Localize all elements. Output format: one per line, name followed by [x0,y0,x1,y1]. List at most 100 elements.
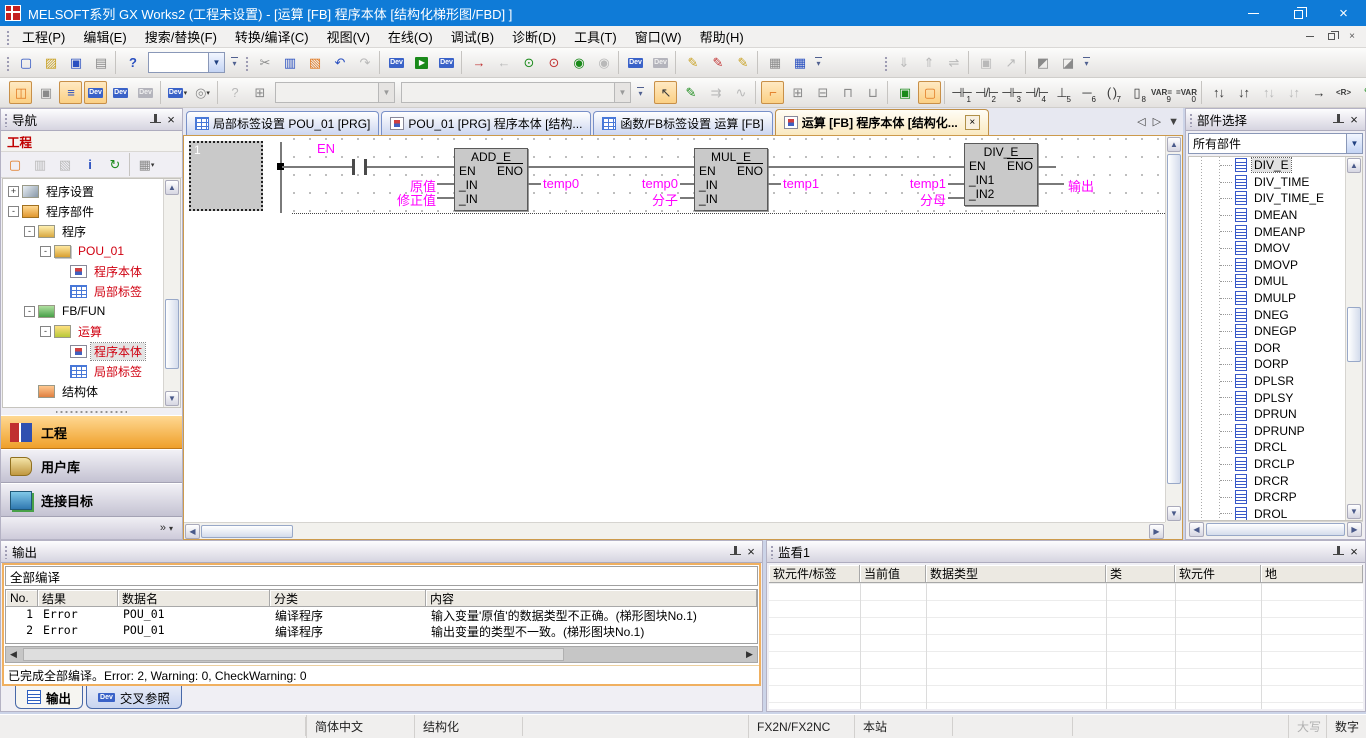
watch-stop-icon[interactable]: ◉ [592,51,615,74]
parts-list-item[interactable]: DOR [1189,340,1345,357]
device-display-icon[interactable]: Dev [166,81,189,104]
nav-item-pou01-label[interactable]: 局部标签 [3,281,163,301]
pin-icon[interactable] [1330,112,1346,128]
scroll-left-icon[interactable]: ◀ [1189,522,1204,537]
mdi-restore-button[interactable] [1322,29,1340,44]
parts-list-item[interactable]: DRCLP [1189,456,1345,473]
output-variable-label[interactable]: temp1 [783,176,819,191]
column-header-content[interactable]: 内容 [426,590,757,607]
menu-grip[interactable] [5,29,10,45]
column-header-address[interactable]: 地 [1261,565,1363,583]
fbd-canvas[interactable]: 1 EN ADD_E EN ENO _IN _IN 原值 修正值 temp0 [184,136,1165,522]
column-header-class[interactable]: 类 [1106,565,1175,583]
parts-list-item[interactable]: DRCR [1189,472,1345,489]
menu-window[interactable]: 窗口(W) [626,25,691,48]
close-panel-icon[interactable]: × [743,544,759,560]
scroll-left-icon[interactable]: ◀ [185,524,200,539]
column-header-data-type[interactable]: 数据类型 [926,565,1106,583]
tab-fb-label-yunsuan[interactable]: 函数/FB标签设置 运算 [FB] [593,111,772,135]
interconnect-mode-icon[interactable]: ✎ [679,81,702,104]
output-variable-label[interactable]: temp0 [543,176,579,191]
open-project-icon[interactable]: ▨ [39,51,62,74]
en-variable-label[interactable]: EN [317,141,335,156]
nav-tree-scrollbar[interactable]: ▲ ▼ [163,179,180,407]
edit-box-icon[interactable]: ▢ [918,81,941,104]
output-error-row[interactable]: 1 Error POU_01 编译程序 输入变量'原值'的数据类型不正确。(梯形… [6,607,757,623]
label-combo[interactable]: ▼ [401,82,631,103]
debug-step-icon[interactable]: ⇓ [892,51,915,74]
read-from-plc-icon[interactable]: ← [492,51,515,74]
device-monitor-icon[interactable]: Dev [624,51,647,74]
forced-input-off-icon[interactable]: ◪ [1056,51,1079,74]
parts-list-item[interactable]: DPLSR [1189,373,1345,390]
realtime-monitor-icon[interactable]: ↗ [999,51,1022,74]
new-data-icon[interactable]: ▢ [3,153,26,176]
monitor-mode-icon[interactable]: ▶ [410,51,433,74]
scroll-right-icon[interactable]: ▶ [1149,524,1164,539]
cut-icon[interactable]: ✂ [253,51,276,74]
input-variable-label[interactable]: temp1 [884,176,946,191]
toolbar-grip[interactable] [5,55,10,71]
help-window-icon[interactable]: ? [223,81,246,104]
menu-edit[interactable]: 编辑(E) [74,25,135,48]
menu-find-replace[interactable]: 搜索/替换(F) [136,25,226,48]
parts-list-item[interactable]: DMEANP [1189,223,1345,240]
instruction-box-icon[interactable]: ▯8 [1125,81,1148,104]
menu-debug[interactable]: 调试(B) [442,25,503,48]
scrollbar-thumb[interactable] [201,525,293,538]
nav-item-program-setting[interactable]: + 程序设置 [3,181,163,201]
coil-icon[interactable]: ( )7 [1100,81,1123,104]
column-header-result[interactable]: 结果 [38,590,118,607]
toolbar-overflow-icon[interactable]: ▾ [1080,52,1093,74]
close-panel-icon[interactable]: × [1346,544,1362,560]
toolbar-overflow-icon[interactable]: ▾ [812,52,825,74]
device-combo[interactable]: ▼ [275,82,395,103]
column-header-dataname[interactable]: 数据名 [118,590,270,607]
refresh-icon[interactable]: ↻ [103,153,126,176]
parts-list-item[interactable]: DMULP [1189,290,1345,307]
splitter-handle[interactable] [56,408,127,415]
tab-local-label-pou01[interactable]: 局部标签设置 POU_01 [PRG] [186,111,379,135]
parts-list-item[interactable]: DPLSY [1189,389,1345,406]
debug-break-icon[interactable]: ⇑ [917,51,940,74]
sampling-trace-icon[interactable]: ▣ [974,51,997,74]
fb-mul-e[interactable]: MUL_E EN ENO _IN _IN [694,148,768,211]
mdi-minimize-button[interactable] [1301,29,1319,44]
monitor-start-icon[interactable]: ⊙ [517,51,540,74]
tab-close-button[interactable]: × [965,115,980,130]
select-mode-icon[interactable]: ↖ [654,81,677,104]
menu-convert-compile[interactable]: 转换/编译(C) [226,25,318,48]
column-header-current-value[interactable]: 当前值 [860,565,926,583]
tree-expand-icon[interactable]: - [24,226,35,237]
scrollbar-thumb[interactable] [165,299,179,369]
scrollbar-thumb[interactable] [1167,154,1181,484]
nav-item-program[interactable]: - 程序 [3,221,163,241]
var-assign-icon[interactable]: VAR=9 [1150,81,1173,104]
output-variable-label[interactable]: 输出 [1068,176,1094,195]
statement-list-icon[interactable]: ✎ [731,51,754,74]
note-icon[interactable]: ✎ [706,51,729,74]
nav-item-program-parts[interactable]: - 程序部件 [3,201,163,221]
device-find-icon[interactable]: ◎ [191,81,214,104]
input-variable-label[interactable]: 修正值 [371,190,436,209]
tree-expand-icon[interactable]: + [8,186,19,197]
pin-icon[interactable] [727,544,743,560]
parts-list-item[interactable]: DMOVP [1189,257,1345,274]
tab-scroll-right-icon[interactable]: ▷ [1153,115,1161,128]
open-branch-icon[interactable]: ⊣⊢3 [1000,81,1023,104]
minimize-button[interactable] [1231,0,1276,26]
device-test-icon[interactable]: Dev [435,51,458,74]
nav-item-yunsuan-label[interactable]: 局部标签 [3,361,163,381]
scroll-up-icon[interactable]: ▲ [1347,158,1361,173]
device-comment-icon[interactable]: Dev [385,51,408,74]
toolbar-overflow-icon[interactable]: ▾ [228,52,241,74]
output-label2-icon[interactable]: ↓↑ [1282,81,1305,104]
save-project-icon[interactable]: ▣ [64,51,87,74]
module-monitor-icon[interactable]: ▦ [763,51,786,74]
monitor-stop-icon[interactable]: ⊙ [542,51,565,74]
outline-window-icon[interactable]: ≡ [59,81,82,104]
editor-horizontal-scrollbar[interactable]: ◀ ▶ [184,522,1165,539]
panel-grip[interactable] [4,113,8,127]
parts-list-item[interactable]: DIV_E [1189,157,1345,174]
sort-icon[interactable]: ▦ [135,153,158,176]
